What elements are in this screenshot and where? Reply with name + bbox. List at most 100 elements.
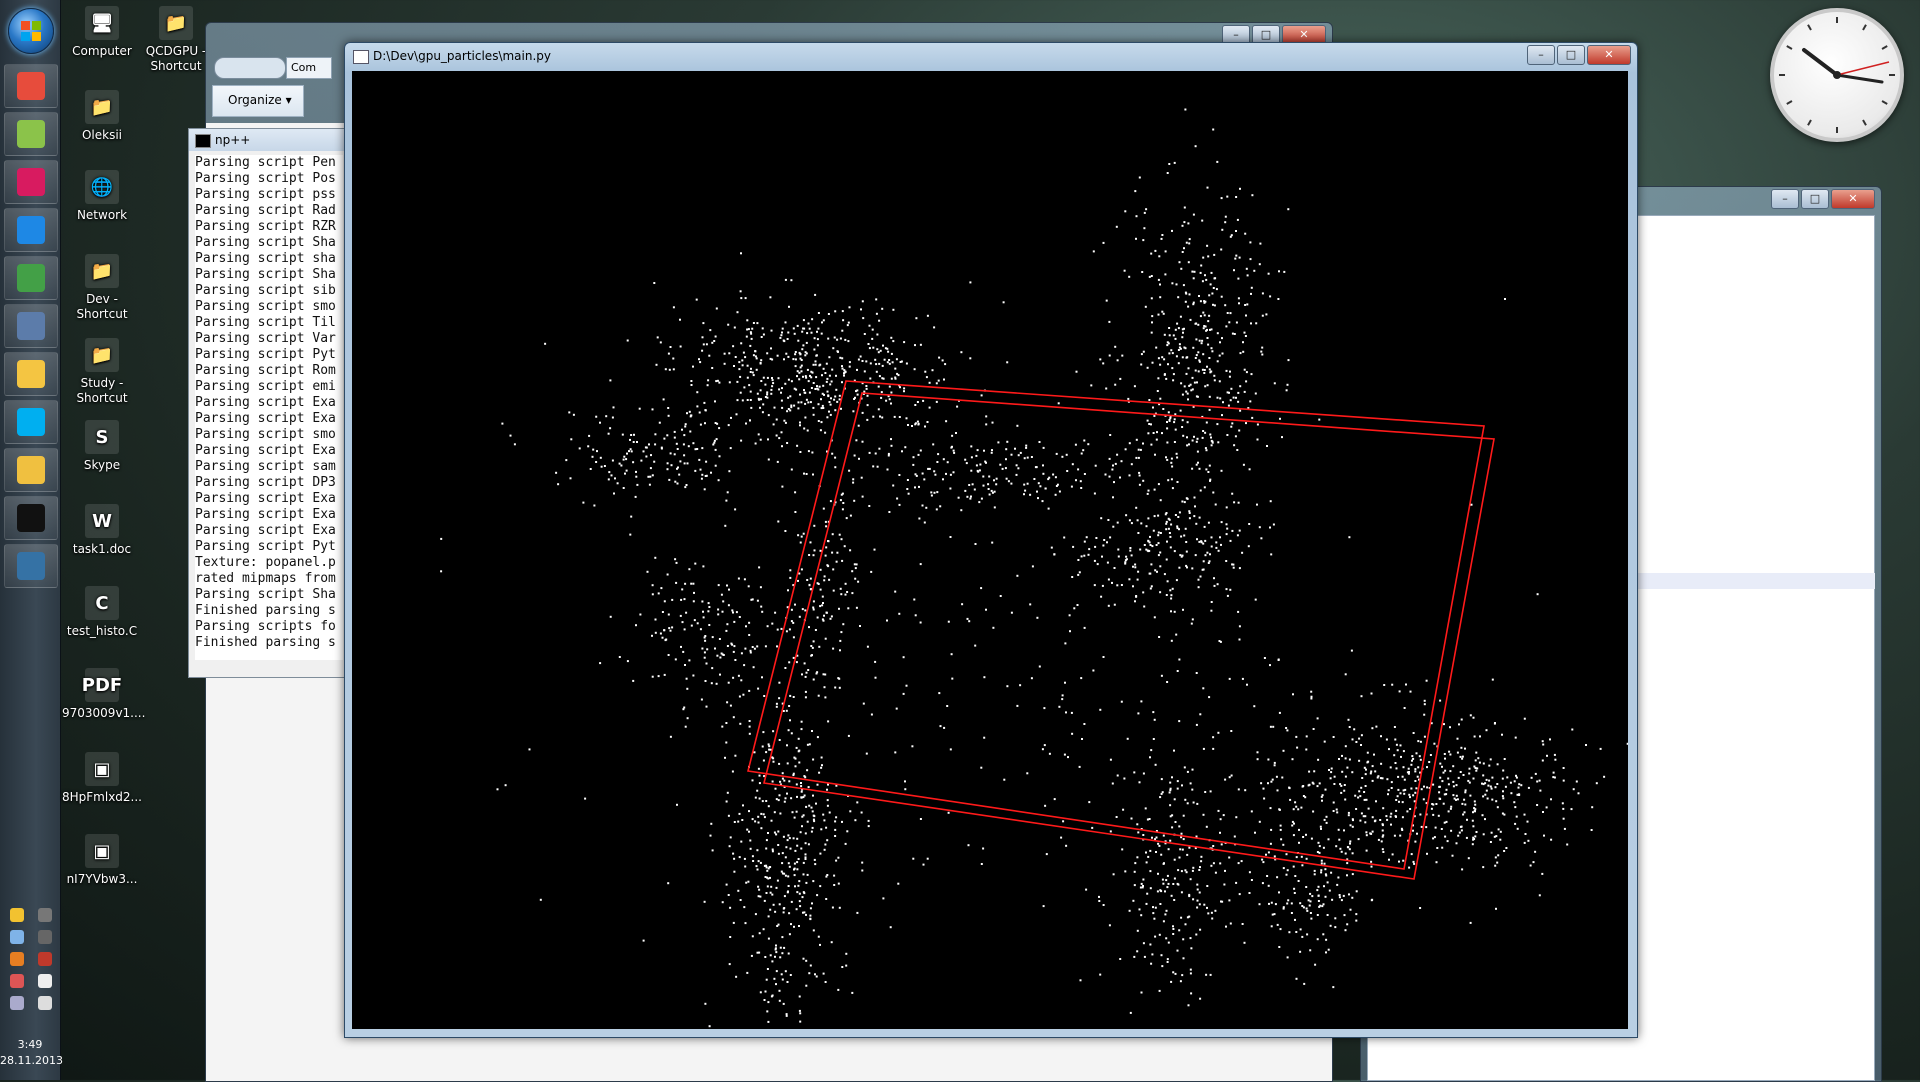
- tray-icon-2[interactable]: [10, 930, 24, 944]
- particle: [702, 610, 704, 613]
- particle: [1344, 673, 1347, 676]
- particle: [622, 458, 625, 461]
- particle: [1473, 838, 1476, 840]
- particle: [775, 944, 777, 947]
- start-button[interactable]: [8, 8, 54, 54]
- tray-icon-4[interactable]: [10, 952, 24, 966]
- particle: [832, 568, 835, 571]
- taskbar-python-button[interactable]: [4, 544, 58, 588]
- particle: [846, 591, 849, 593]
- render-viewport[interactable]: [352, 71, 1628, 1029]
- particle: [1173, 441, 1176, 443]
- close-button[interactable]: ✕: [1587, 45, 1631, 65]
- particle: [1197, 323, 1200, 326]
- organize-button[interactable]: Organize ▾: [228, 93, 292, 107]
- particle: [699, 628, 702, 631]
- taskbar-folder-button[interactable]: [4, 352, 58, 396]
- particle: [759, 586, 762, 589]
- taskbar-virtualbox-button[interactable]: [4, 304, 58, 348]
- notification-icon[interactable]: [38, 908, 52, 922]
- particle-canvas[interactable]: [352, 71, 1628, 1029]
- particle: [729, 836, 732, 839]
- desktop-icon[interactable]: Ctest_histo.C: [62, 586, 142, 639]
- bgwin-maximize-button[interactable]: □: [1801, 189, 1829, 209]
- particle: [766, 391, 769, 394]
- particle: [714, 335, 717, 338]
- speaker-icon[interactable]: [38, 996, 52, 1010]
- particle: [622, 487, 625, 489]
- particle: [1206, 186, 1209, 189]
- desktop-icon[interactable]: 📁 QCDGPU - Shortcut: [136, 6, 216, 74]
- particle: [1191, 768, 1194, 771]
- taskbar-finance-app-button[interactable]: [4, 112, 58, 156]
- particle: [1177, 362, 1180, 365]
- particle: [632, 441, 635, 443]
- taskbar-explorer-button[interactable]: [4, 448, 58, 492]
- particle: [1309, 912, 1312, 914]
- taskbar-cmd-button[interactable]: [4, 496, 58, 540]
- minimize-button[interactable]: –: [1527, 45, 1555, 65]
- nav-back-forward[interactable]: [214, 57, 286, 79]
- particle: [1455, 784, 1458, 787]
- particle: [1099, 708, 1102, 711]
- particle: [683, 434, 686, 437]
- main-window[interactable]: D:\Dev\gpu_particles\main.py – □ ✕: [344, 42, 1638, 1038]
- particle: [827, 720, 830, 723]
- particle: [611, 416, 614, 419]
- clock-date[interactable]: 28.11.2013: [0, 1054, 63, 1067]
- particle: [1189, 937, 1192, 940]
- taskbar-google-earth-button[interactable]: [4, 208, 58, 252]
- volume-muted-icon[interactable]: [38, 952, 52, 966]
- desktop-icon[interactable]: ▣ nI7YVbw3...: [62, 834, 142, 887]
- taskbar-chrome-button[interactable]: [4, 64, 58, 108]
- particle: [1005, 458, 1007, 461]
- bgwin-minimize-button[interactable]: –: [1771, 189, 1799, 209]
- particle: [1474, 803, 1477, 806]
- clock-gadget[interactable]: [1770, 8, 1904, 142]
- particle: [1198, 903, 1201, 906]
- desktop-icon[interactable]: 📁 Dev - Shortcut: [62, 254, 142, 322]
- console-window[interactable]: np++ Parsing script Pen Parsing script Po…: [188, 128, 350, 678]
- tray-icon-3[interactable]: [38, 930, 52, 944]
- desktop-icon[interactable]: 🌐 Network: [62, 170, 142, 223]
- tray-icon-1[interactable]: [10, 908, 24, 922]
- particle: [1224, 215, 1227, 218]
- clock-time[interactable]: 3:49: [0, 1038, 60, 1051]
- network-icon[interactable]: [10, 996, 24, 1010]
- particle: [1308, 770, 1311, 773]
- particle: [1178, 825, 1181, 828]
- flag-icon[interactable]: [38, 974, 52, 988]
- particle: [819, 605, 822, 608]
- desktop-icon[interactable]: PDF 9703009v1....: [62, 668, 145, 721]
- file-icon: C: [85, 586, 119, 620]
- desktop-icon[interactable]: S Skype: [62, 420, 142, 473]
- console-output[interactable]: Parsing script Pen Parsing script Pos Pars…: [195, 155, 343, 660]
- desktop-icon[interactable]: 🖥 Computer: [62, 6, 142, 59]
- desktop-icon[interactable]: ▣ 8HpFmlxd2...: [62, 752, 142, 805]
- particle: [811, 730, 813, 732]
- taskbar-skype-button[interactable]: [4, 400, 58, 444]
- particle: [767, 805, 770, 808]
- particle: [914, 404, 917, 406]
- particle: [1140, 991, 1143, 994]
- particle: [1149, 535, 1151, 538]
- taskbar-debian-button[interactable]: [4, 160, 58, 204]
- desktop-icon[interactable]: Wtask1.doc: [62, 504, 142, 557]
- particle: [1471, 843, 1474, 846]
- bgwin-close-button[interactable]: ✕: [1831, 189, 1875, 209]
- taskbar-utorrent-button[interactable]: [4, 256, 58, 300]
- particle: [1496, 861, 1499, 864]
- particle: [628, 450, 630, 453]
- particle: [1370, 832, 1373, 835]
- particle: [759, 861, 762, 864]
- tray-icon-5[interactable]: [10, 974, 24, 988]
- particle: [1191, 467, 1194, 470]
- desktop-icon[interactable]: 📁 Oleksii: [62, 90, 142, 143]
- main-titlebar[interactable]: D:\Dev\gpu_particles\main.py – □ ✕: [345, 43, 1637, 69]
- particle: [1526, 820, 1529, 823]
- desktop-icon[interactable]: 📁 Study - Shortcut: [62, 338, 142, 406]
- address-bar[interactable]: Com: [286, 57, 332, 79]
- console-line: Parsing script emi: [195, 379, 336, 394]
- maximize-button[interactable]: □: [1557, 45, 1585, 65]
- particle: [1128, 909, 1131, 912]
